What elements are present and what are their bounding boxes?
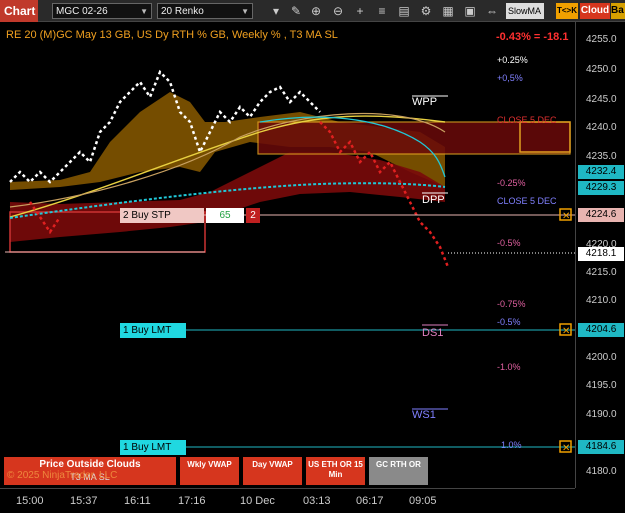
time-tick: 17:16 <box>178 495 206 507</box>
chart-title: RE 20 (M)GC May 13 GB, US Dy RTH % GB, W… <box>6 29 338 41</box>
bar-type-selector[interactable]: 20 Renko ▼ <box>157 3 253 19</box>
chart-canvas: ✕ ✕ ✕ <box>5 69 575 454</box>
menu-icon[interactable]: ▤ <box>396 3 412 19</box>
instrument-selector[interactable]: MGC 02-26 ▼ <box>52 3 152 19</box>
price-axis[interactable]: 4255.0 4250.0 4245.0 4240.0 4235.0 4220.… <box>575 22 625 488</box>
price-flag: 4224.6 <box>578 208 624 222</box>
price-tick: 4240.0 <box>586 122 617 133</box>
level-wpp: WPP <box>412 96 438 108</box>
time-tick: 15:00 <box>16 495 44 507</box>
chart-toolbar: Chart MGC 02-26 ▼ 20 Renko ▼ ▾ ✎ ⊕ ⊖ + ≡… <box>0 0 625 22</box>
level-close5-top: CLOSE 5 DEC <box>497 115 557 125</box>
price-tick: 4235.0 <box>586 151 617 162</box>
price-change: -0.43% = -18.1 <box>496 31 569 43</box>
current-price-flag: 4218.1 <box>578 247 624 261</box>
price-flag: 4229.3 <box>578 181 624 195</box>
buy-stop-value[interactable]: 65 <box>206 208 244 223</box>
price-tick: 4180.0 <box>586 466 617 477</box>
level-minus-075: -0.75% <box>497 299 526 309</box>
limit2-close-x-icon: ✕ <box>562 443 570 454</box>
level-plus-025: +0.25% <box>497 55 528 65</box>
strategy-icon[interactable]: ⚙ <box>418 3 434 19</box>
copyright-text: © 2025 NinjaTrader, LLC <box>7 470 118 481</box>
price-tick: 4190.0 <box>586 409 617 420</box>
buy-limit-label-2[interactable]: 1 Buy LMT <box>120 440 186 455</box>
price-flag: 4232.4 <box>578 165 624 179</box>
clouds-status-panel: Price Outside Clouds T3 MA SL © 2025 Nin… <box>4 457 176 485</box>
gc-rth-panel[interactable]: GC RTH OR <box>369 457 428 485</box>
price-tick: 4215.0 <box>586 267 617 278</box>
instrument-label: MGC 02-26 <box>56 6 108 17</box>
chevron-down-icon: ▼ <box>241 7 249 16</box>
data-box-icon[interactable]: ▣ <box>462 3 478 19</box>
dropdown-icon[interactable]: ▾ <box>268 3 284 19</box>
time-axis[interactable]: 15:00 15:37 16:11 17:16 10 Dec 03:13 06:… <box>0 488 575 513</box>
scroll-icon[interactable]: ⇔ <box>484 3 500 19</box>
time-tick: 03:13 <box>303 495 331 507</box>
level-minus-05b: -0.5% <box>497 317 521 327</box>
tck-button[interactable]: T<>K <box>556 3 578 19</box>
us-eth-panel[interactable]: US ETH OR 15 Min <box>306 457 365 485</box>
slowma-button[interactable]: SlowMA <box>506 3 544 19</box>
chart-plot-area[interactable]: ✕ ✕ ✕ RE 20 (M)GC May 13 GB, US Dy RTH %… <box>0 22 575 488</box>
level-minus-10: -1.0% <box>497 362 521 372</box>
day-vwap-panel[interactable]: Day VWAP <box>243 457 302 485</box>
wkly-vwap-panel[interactable]: Wkly VWAP <box>180 457 239 485</box>
time-tick: 15:37 <box>70 495 98 507</box>
price-tick: 4250.0 <box>586 64 617 75</box>
pencil-icon[interactable]: ✎ <box>288 3 304 19</box>
buy-limit-label-1[interactable]: 1 Buy LMT <box>120 323 186 338</box>
zoom-in-icon[interactable]: ⊕ <box>308 3 324 19</box>
time-tick: 16:11 <box>124 495 151 507</box>
stop-close-x-icon: ✕ <box>562 211 570 222</box>
price-tick: 4200.0 <box>586 352 617 363</box>
bar-button[interactable]: Ba <box>611 3 625 19</box>
time-tick: 06:17 <box>356 495 384 507</box>
price-tick: 4255.0 <box>586 34 617 45</box>
price-flag: 4184.6 <box>578 440 624 454</box>
level-close5: CLOSE 5 DEC <box>497 196 557 206</box>
level-ds1: DS1 <box>422 327 444 339</box>
price-tick: 4245.0 <box>586 94 617 105</box>
clouds-status-title: Price Outside Clouds <box>39 459 141 470</box>
chevron-down-icon: ▼ <box>140 7 148 16</box>
time-tick: 10 Dec <box>240 495 275 507</box>
cloud-button[interactable]: Cloud <box>580 3 610 19</box>
level-ws1: WS1 <box>412 409 436 421</box>
buy-stop-qty[interactable]: 2 <box>246 208 260 223</box>
properties-icon[interactable]: ≡ <box>374 3 390 19</box>
chart-tab[interactable]: Chart <box>0 0 38 22</box>
bar-type-label: 20 Renko <box>161 6 204 17</box>
zoom-out-icon[interactable]: ⊖ <box>330 3 346 19</box>
level-plus-10: 1.0% <box>501 440 522 450</box>
chart-trader-icon[interactable]: ▦ <box>440 3 456 19</box>
price-tick: 4210.0 <box>586 295 617 306</box>
crosshair-icon[interactable]: + <box>352 3 368 19</box>
price-flag: 4204.6 <box>578 323 624 337</box>
time-tick: 09:05 <box>409 495 437 507</box>
level-minus-05: -0.5% <box>497 238 521 248</box>
buy-stop-label[interactable]: 2 Buy STP <box>120 208 204 223</box>
level-dpp: DPP <box>422 194 445 206</box>
price-tick: 4195.0 <box>586 380 617 391</box>
level-minus-025: -0.25% <box>497 178 526 188</box>
level-plus-05: +0,5% <box>497 73 523 83</box>
limit1-close-x-icon: ✕ <box>562 326 570 337</box>
